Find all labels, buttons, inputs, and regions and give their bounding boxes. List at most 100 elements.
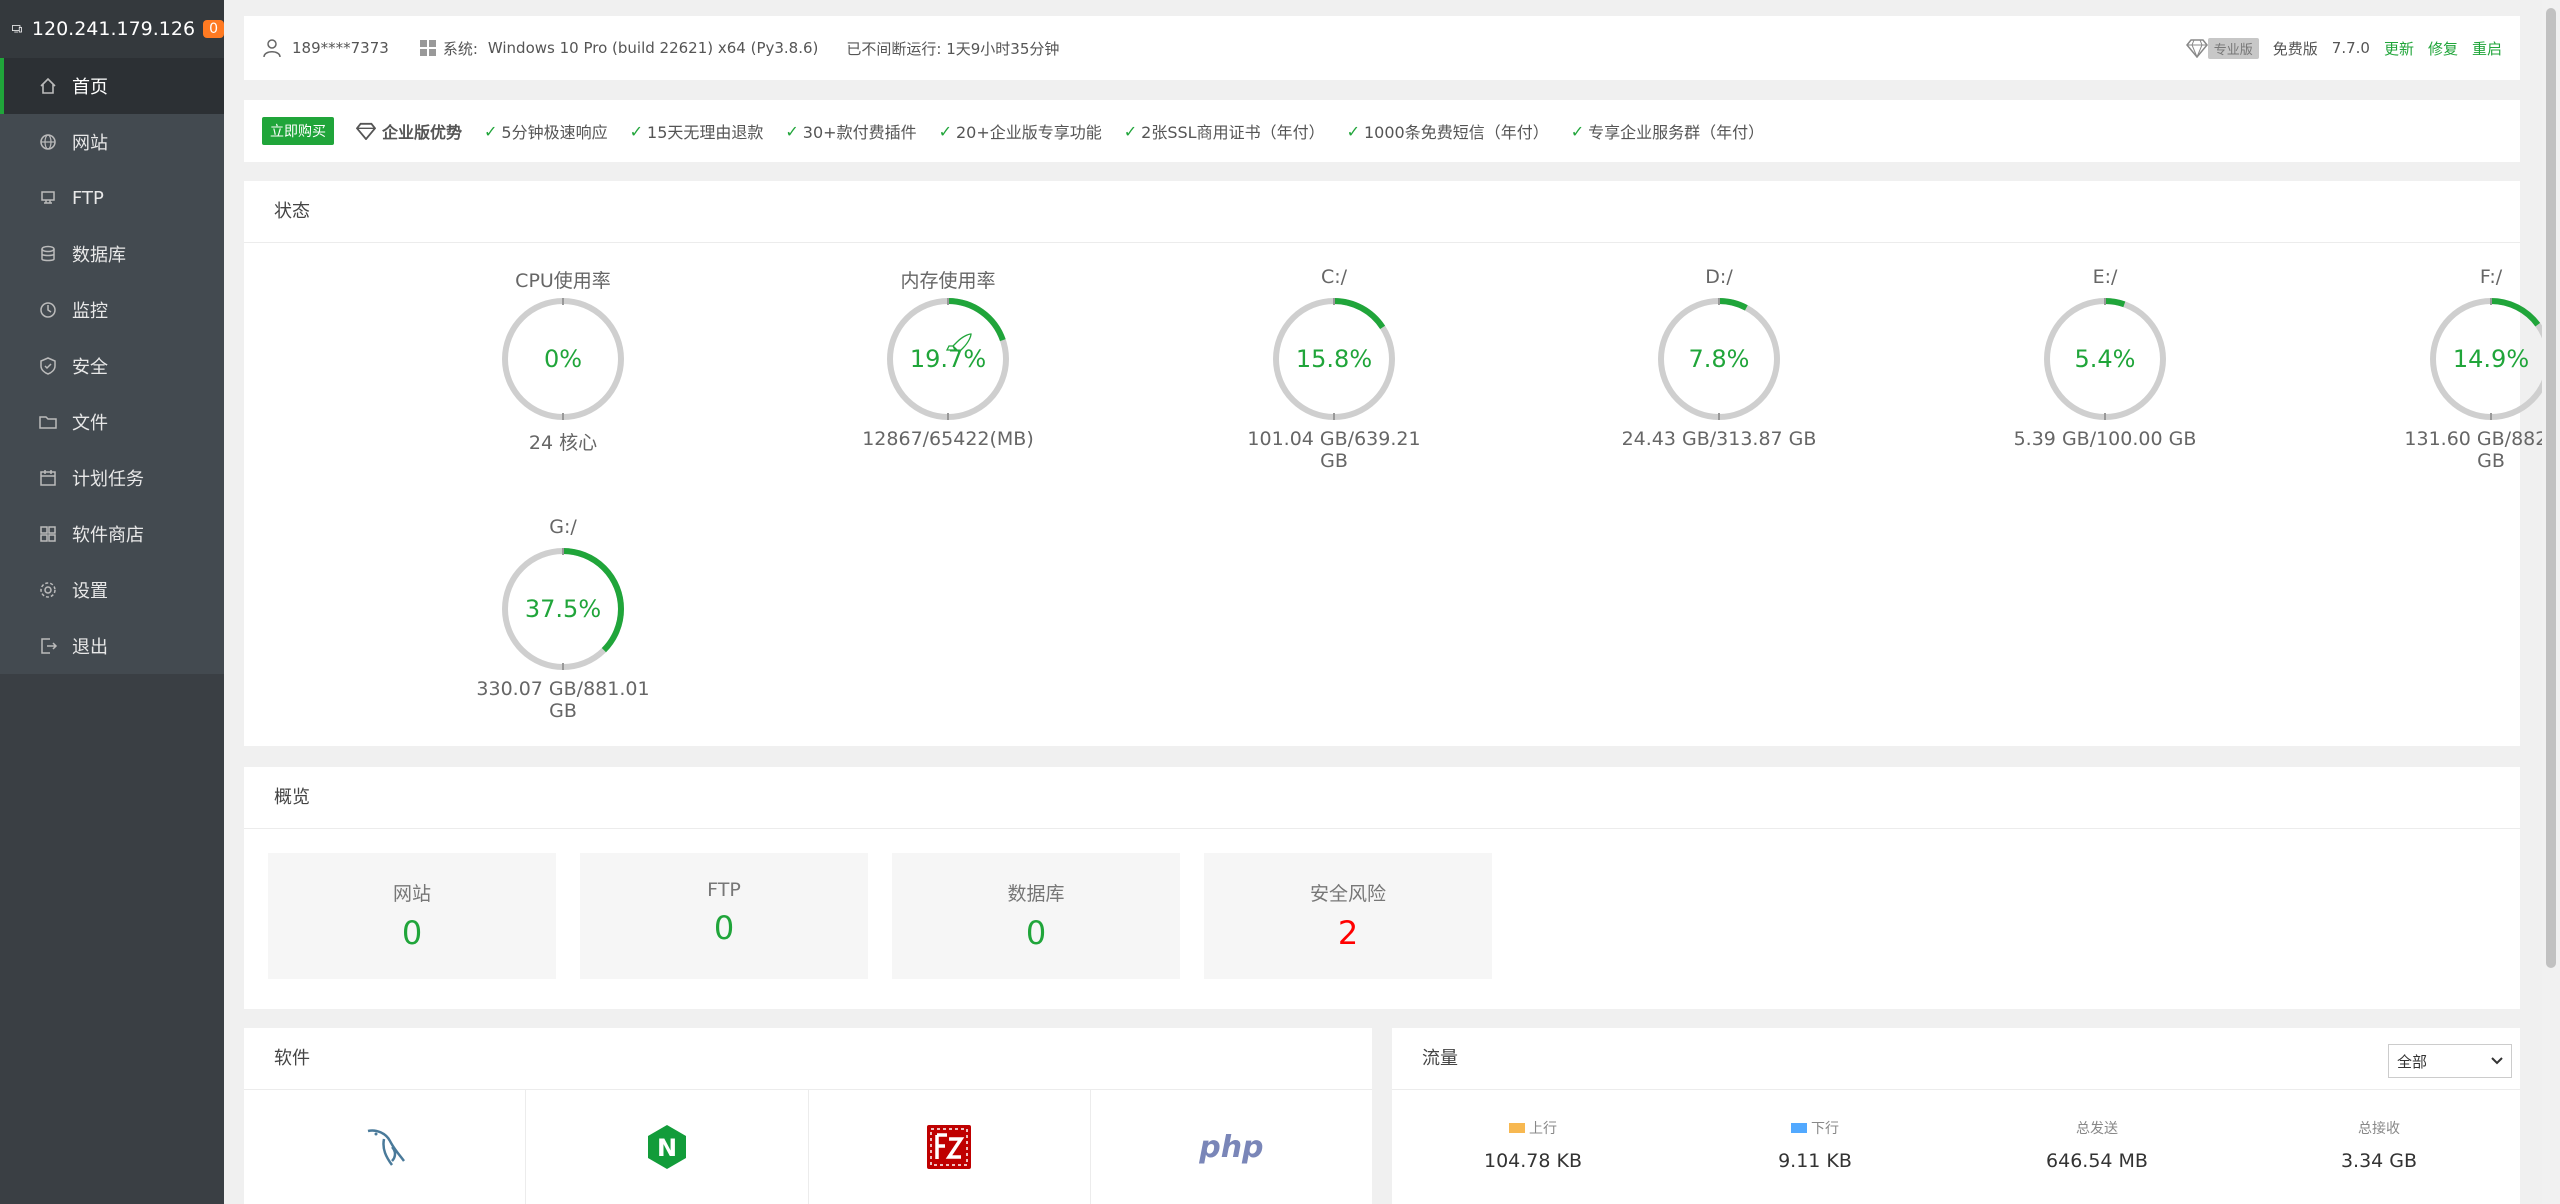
- overview-box-3[interactable]: 安全风险 2: [1204, 853, 1492, 979]
- sidebar-item-9[interactable]: 设置: [0, 562, 224, 618]
- pro-tag[interactable]: 专业版: [2207, 37, 2259, 59]
- sidebar-item-0[interactable]: 首页: [0, 58, 224, 114]
- gauge-ring: 14.9%: [2430, 298, 2552, 420]
- check-icon: ✓: [938, 121, 952, 141]
- sidebar-item-7[interactable]: 计划任务: [0, 450, 224, 506]
- sidebar-item-10[interactable]: 退出: [0, 618, 224, 674]
- overview-value: 0: [401, 914, 423, 952]
- gauge-6[interactable]: G:/ 37.5% 330.07 GB/881.01 GB: [463, 516, 663, 722]
- sidebar-item-5[interactable]: 安全: [0, 338, 224, 394]
- database-icon: [38, 244, 58, 264]
- sidebar-item-2[interactable]: FTP: [0, 170, 224, 226]
- home-icon: [38, 76, 58, 96]
- sidebar: 120.241.179.126 0 首页 网站 FTP 数据库 监控 安全 文件 计划任务 软件…: [0, 0, 224, 1204]
- software-grid: N php: [244, 1090, 1372, 1204]
- traffic-label: 总接收: [2358, 1121, 2400, 1137]
- overview-box-1[interactable]: FTP 0: [580, 853, 868, 979]
- overview-value: 0: [1025, 914, 1047, 952]
- sidebar-item-6[interactable]: 文件: [0, 394, 224, 450]
- overview-value: 0: [713, 909, 735, 947]
- sidebar-item-3[interactable]: 数据库: [0, 226, 224, 282]
- traffic-value: 646.54 MB: [2046, 1150, 2148, 1172]
- top-info-bar: 189****7373 系统: Windows 10 Pro (build 22…: [244, 16, 2520, 80]
- user-icon: [263, 39, 281, 58]
- traffic-label: 下行: [1811, 1121, 1839, 1137]
- gauge-ring: 7.8%: [1658, 298, 1780, 420]
- repair-link[interactable]: 修复: [2428, 38, 2458, 59]
- promo-feature-label: 专享企业服务群（年付）: [1588, 123, 1765, 142]
- mysql-icon: [367, 1129, 405, 1166]
- traffic-stat-0: 上行 104.78 KB: [1392, 1090, 1674, 1172]
- legend-swatch: [1791, 1123, 1807, 1133]
- gauge-3[interactable]: D:/ 7.8% 24.43 GB/313.87 GB: [1619, 266, 1819, 450]
- traffic-value: 3.34 GB: [2340, 1150, 2418, 1172]
- sidebar-item-label: 文件: [72, 413, 108, 434]
- enterprise-advantage[interactable]: 企业版优势: [356, 119, 462, 143]
- notification-badge[interactable]: 0: [203, 20, 224, 38]
- promo-feature: ✓ 30+款付费插件: [785, 119, 916, 143]
- filezilla-icon: [927, 1125, 972, 1169]
- overview-box-2[interactable]: 数据库 0: [892, 853, 1180, 979]
- promo-feature: ✓ 5分钟极速响应: [484, 119, 608, 143]
- update-link[interactable]: 更新: [2384, 38, 2414, 59]
- svg-text:N: N: [657, 1134, 677, 1162]
- promo-feature: ✓ 15天无理由退款: [630, 119, 764, 143]
- gauge-ring: 15.8%: [1273, 298, 1395, 420]
- gauge-2[interactable]: C:/ 15.8% 101.04 GB/639.21 GB: [1234, 266, 1434, 472]
- software-item-mysql[interactable]: [244, 1090, 527, 1204]
- sidebar-item-label: 数据库: [72, 245, 126, 266]
- gauge-label: F:/: [2479, 266, 2503, 288]
- traffic-filter-select[interactable]: 全部: [2388, 1044, 2512, 1078]
- sidebar-item-label: 安全: [72, 357, 108, 378]
- grid-icon: [38, 524, 58, 544]
- version: 7.7.0: [2331, 39, 2370, 57]
- enterprise-label: 企业版优势: [382, 123, 463, 142]
- gauge-sub: 24.43 GB/313.87 GB: [1621, 428, 1817, 450]
- promo-feature: ✓ 1000条免费短信（年付）: [1347, 119, 1549, 143]
- restart-link[interactable]: 重启: [2472, 38, 2502, 59]
- enterprise-promo-bar: 立即购买 企业版优势 ✓ 5分钟极速响应 ✓ 15天无理由退款 ✓ 30+款付费插件 ✓ 20…: [244, 100, 2520, 162]
- chevron-down-icon: [2491, 1057, 2503, 1065]
- sidebar-item-8[interactable]: 软件商店: [0, 506, 224, 562]
- check-icon: ✓: [1570, 121, 1585, 141]
- gauge-value: 0%: [544, 345, 582, 373]
- windows-icon: [419, 40, 436, 56]
- overview-box-0[interactable]: 网站 0: [268, 853, 556, 979]
- status-title: 状态: [244, 181, 2520, 243]
- traffic-title: 流量: [1392, 1028, 2520, 1090]
- overview-label: 数据库: [1007, 883, 1065, 905]
- username: 189****7373: [292, 39, 389, 57]
- overview-panel: 概览 网站 0 FTP 0 数据库 0 安全风险 2: [244, 767, 2520, 1009]
- gauge-sub: 101.04 GB/639.21 GB: [1247, 428, 1421, 472]
- scrollbar-thumb[interactable]: [2546, 8, 2556, 968]
- sidebar-item-4[interactable]: 监控: [0, 282, 224, 338]
- globe-icon: [38, 132, 58, 152]
- overview-label: 网站: [392, 883, 431, 905]
- check-icon: ✓: [1123, 121, 1138, 141]
- sidebar-item-label: 网站: [72, 133, 108, 154]
- software-item-php[interactable]: php: [1091, 1090, 1372, 1204]
- promo-feature-label: 30+款付费插件: [802, 123, 917, 142]
- page-scrollbar[interactable]: [2542, 0, 2560, 1204]
- buy-now-button[interactable]: 立即购买: [262, 117, 334, 145]
- gauge-value: 37.5%: [525, 595, 601, 623]
- traffic-value: 104.78 KB: [1483, 1150, 1582, 1172]
- software-title: 软件: [244, 1028, 1372, 1090]
- uptime: 已不间断运行: 1天9小时35分钟: [846, 39, 1060, 58]
- gauge-0[interactable]: CPU使用率 0% 24 核心: [463, 266, 663, 455]
- gauge-4[interactable]: E:/ 5.4% 5.39 GB/100.00 GB: [2005, 266, 2205, 450]
- system-label: 系统:: [442, 39, 478, 58]
- promo-feature-label: 15天无理由退款: [647, 123, 764, 142]
- folder-icon: [38, 412, 58, 432]
- sidebar-item-1[interactable]: 网站: [0, 114, 224, 170]
- gear-icon: [38, 580, 58, 600]
- free-label: 免费版: [2272, 39, 2318, 58]
- gauge-label: C:/: [1320, 266, 1348, 288]
- gauge-value: 15.8%: [1296, 345, 1372, 373]
- software-item-nginx[interactable]: N: [526, 1090, 809, 1204]
- traffic-value: 9.11 KB: [1778, 1150, 1852, 1172]
- gauge-1[interactable]: 内存使用率 19.7% 12867/65422(MB): [848, 266, 1048, 450]
- gauge-sub: 24 核心: [528, 432, 598, 454]
- software-item-filezilla[interactable]: [809, 1090, 1091, 1204]
- gauge-5[interactable]: F:/ 14.9% 131.60 GB/882.00 GB: [2391, 266, 2560, 472]
